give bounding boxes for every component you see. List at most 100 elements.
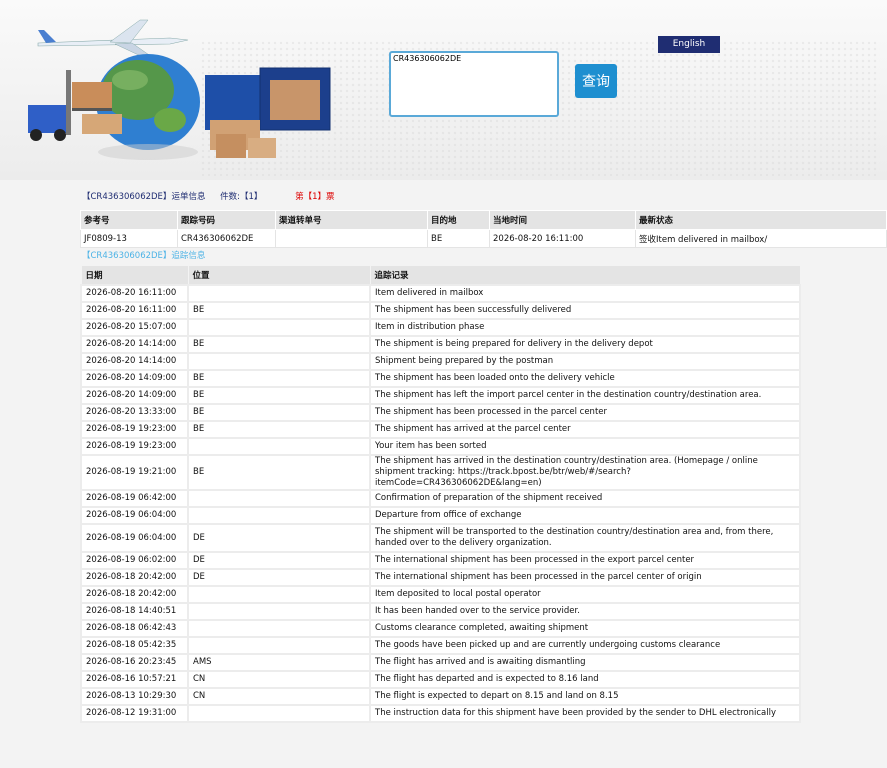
- event-date: 2026-08-20 14:14:00: [80, 335, 189, 354]
- event-record: Your item has been sorted: [369, 437, 801, 456]
- event-date: 2026-08-20 13:33:00: [80, 403, 189, 422]
- event-date: 2026-08-18 20:42:00: [80, 585, 189, 604]
- table-row: 2026-08-18 06:42:43 Customs clearance com…: [80, 619, 801, 638]
- col-latest-status: 最新状态: [635, 210, 887, 230]
- event-date: 2026-08-19 06:02:00: [80, 551, 189, 570]
- channel-value: [275, 229, 428, 248]
- event-date: 2026-08-20 14:14:00: [80, 352, 189, 371]
- event-date: 2026-08-18 06:42:43: [80, 619, 189, 638]
- event-record: The instruction data for this shipment h…: [369, 704, 801, 723]
- event-location: BE: [187, 403, 371, 422]
- event-date: 2026-08-20 16:11:00: [80, 284, 189, 303]
- event-location: BE: [187, 386, 371, 405]
- table-row: 2026-08-16 10:57:21 CN The flight has depa…: [80, 670, 801, 689]
- event-record: The shipment will be transported to the …: [369, 523, 801, 553]
- event-record: The shipment has arrived at the parcel c…: [369, 420, 801, 439]
- event-location: [187, 437, 371, 456]
- event-record: The shipment has been loaded onto the de…: [369, 369, 801, 388]
- table-row: 2026-08-19 06:04:00 Departure from office…: [80, 506, 801, 525]
- table-row: 2026-08-18 20:42:00 Item deposited to loc…: [80, 585, 801, 604]
- event-date: 2026-08-13 10:29:30: [80, 687, 189, 706]
- event-record: Item deposited to local postal operator: [369, 585, 801, 604]
- col-ref: 参考号: [80, 210, 178, 230]
- event-date: 2026-08-19 06:04:00: [80, 506, 189, 525]
- table-row: 2026-08-19 19:23:00 Your item has been so…: [80, 437, 801, 456]
- table-row: 2026-08-19 19:23:00 BE The shipment has ar…: [80, 420, 801, 439]
- table-row: 2026-08-18 20:42:00 DE The international s…: [80, 568, 801, 587]
- event-location: [187, 284, 371, 303]
- waybill-info-line: 【CR436306062DE】运单信息 件数:【1】 第【1】票: [82, 190, 335, 202]
- airplane-icon: [37, 19, 189, 59]
- event-location: [187, 704, 371, 723]
- event-date: 2026-08-16 10:57:21: [80, 670, 189, 689]
- event-record: The shipment has been successfully deliv…: [369, 301, 801, 320]
- event-record: The shipment is being prepared for deliv…: [369, 335, 801, 354]
- table-row: 2026-08-20 13:33:00 BE The shipment has be…: [80, 403, 801, 422]
- col-date: 日期: [80, 265, 189, 286]
- event-date: 2026-08-19 19:23:00: [80, 420, 189, 439]
- event-date: 2026-08-19 19:21:00: [80, 454, 189, 491]
- event-record: The flight is expected to depart on 8.15…: [369, 687, 801, 706]
- event-record: The shipment has been processed in the p…: [369, 403, 801, 422]
- table-row: 2026-08-20 15:07:00 Item in distribution …: [80, 318, 801, 337]
- ref-value: JF0809-13: [80, 229, 178, 248]
- event-location: [187, 506, 371, 525]
- table-row: 2026-08-19 19:21:00 BE The shipment has ar…: [80, 454, 801, 491]
- event-date: 2026-08-18 20:42:00: [80, 568, 189, 587]
- event-location: BE: [187, 301, 371, 320]
- waybill-label: 运单信息: [171, 192, 206, 202]
- event-record: The flight has departed and is expected …: [369, 670, 801, 689]
- summary-header-row: 参考号 跟踪号码 渠道转单号 目的地 当地时间 最新状态: [80, 210, 887, 230]
- shipping-container-icon: [205, 67, 331, 158]
- tracking-value: CR436306062DE: [177, 229, 276, 248]
- destination-value: BE: [427, 229, 490, 248]
- event-record: Item delivered in mailbox: [369, 284, 801, 303]
- event-record: It has been handed over to the service p…: [369, 602, 801, 621]
- table-row: 2026-08-20 16:11:00 BE The shipment has be…: [80, 301, 801, 320]
- event-record: Shipment being prepared by the postman: [369, 352, 801, 371]
- table-row: 2026-08-12 19:31:00 The instruction data …: [80, 704, 801, 723]
- event-location: DE: [187, 568, 371, 587]
- event-location: AMS: [187, 653, 371, 672]
- event-location: [187, 602, 371, 621]
- tracking-events-table: 日期 位置 追踪记录 2026-08-20 16:11:00 Item deliv…: [80, 265, 801, 723]
- table-row: 2026-08-20 14:14:00 BE The shipment is bei…: [80, 335, 801, 354]
- event-location: BE: [187, 454, 371, 491]
- table-row: 2026-08-13 10:29:30 CN The flight is expec…: [80, 687, 801, 706]
- local-time-value: 2026-08-20 16:11:00: [489, 229, 636, 248]
- event-location: BE: [187, 420, 371, 439]
- event-record: The international shipment has been proc…: [369, 551, 801, 570]
- search-button[interactable]: 查询: [575, 64, 617, 98]
- ticket-index: 第【1】票: [295, 192, 335, 202]
- event-location: DE: [187, 551, 371, 570]
- event-date: 2026-08-20 14:09:00: [80, 369, 189, 388]
- event-date: 2026-08-19 06:04:00: [80, 523, 189, 553]
- event-date: 2026-08-20 16:11:00: [80, 301, 189, 320]
- tracking-header-row: 日期 位置 追踪记录: [80, 265, 801, 286]
- event-record: Item in distribution phase: [369, 318, 801, 337]
- event-location: CN: [187, 670, 371, 689]
- table-row: 2026-08-20 14:14:00 Shipment being prepar…: [80, 352, 801, 371]
- event-location: [187, 585, 371, 604]
- col-channel: 渠道转单号: [275, 210, 428, 230]
- english-language-button[interactable]: English: [658, 36, 720, 53]
- event-record: The shipment has arrived in the destinat…: [369, 454, 801, 491]
- piece-count: 件数:【1】: [220, 192, 263, 202]
- event-location: BE: [187, 369, 371, 388]
- tracking-number-input[interactable]: [389, 51, 559, 117]
- table-row: 2026-08-19 06:02:00 DE The international s…: [80, 551, 801, 570]
- event-record: The shipment has left the import parcel …: [369, 386, 801, 405]
- col-record: 追踪记录: [369, 265, 801, 286]
- col-tracking: 跟踪号码: [177, 210, 276, 230]
- shipment-summary-table: 参考号 跟踪号码 渠道转单号 目的地 当地时间 最新状态 JF0809-13 C…: [80, 210, 887, 248]
- event-location: [187, 619, 371, 638]
- table-row: 2026-08-20 16:11:00 Item delivered in mai…: [80, 284, 801, 303]
- tracking-info-title: 【CR436306062DE】追踪信息: [82, 251, 206, 261]
- event-date: 2026-08-18 05:42:35: [80, 636, 189, 655]
- table-row: 2026-08-19 06:42:00 Confirmation of prepa…: [80, 489, 801, 508]
- col-location: 位置: [187, 265, 371, 286]
- table-row: 2026-08-20 14:09:00 BE The shipment has be…: [80, 369, 801, 388]
- event-date: 2026-08-19 19:23:00: [80, 437, 189, 456]
- event-record: Customs clearance completed, awaiting sh…: [369, 619, 801, 638]
- event-record: Departure from office of exchange: [369, 506, 801, 525]
